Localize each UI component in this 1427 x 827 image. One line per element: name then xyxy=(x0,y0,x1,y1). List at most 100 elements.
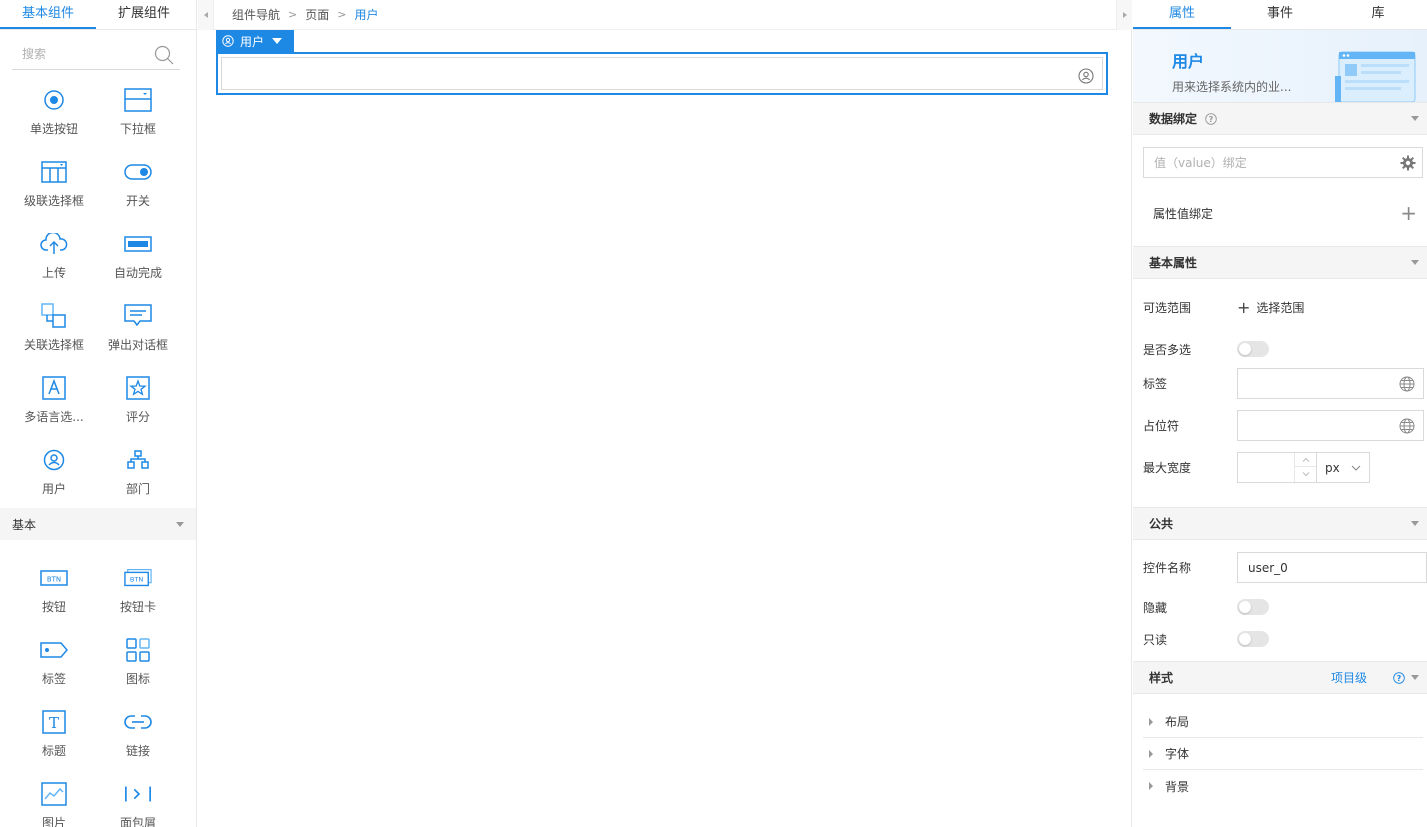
component-relation-select[interactable]: 关联选择框 xyxy=(12,290,96,362)
tab-extended-components[interactable]: 扩展组件 xyxy=(96,0,192,29)
component-label: 图标 xyxy=(125,672,150,686)
section-title: 数据绑定 xyxy=(1149,112,1198,126)
chevron-down-icon xyxy=(1411,675,1419,680)
user-select-input[interactable] xyxy=(221,57,1103,90)
search-input[interactable] xyxy=(12,40,142,68)
field-label: 最大宽度 xyxy=(1143,461,1192,475)
relation-select-icon xyxy=(41,303,66,328)
component-panel: 基本组件 扩展组件 单选按钮 下拉框 级联选择框 开关 xyxy=(0,0,197,827)
control-name-input[interactable] xyxy=(1238,553,1388,582)
section-common[interactable]: 公共 xyxy=(1133,507,1427,540)
svg-text:BTN: BTN xyxy=(47,576,61,584)
svg-text:BTN: BTN xyxy=(130,576,143,584)
readonly-toggle[interactable] xyxy=(1237,631,1269,647)
tab-basic-components[interactable]: 基本组件 xyxy=(0,0,96,29)
help-icon[interactable]: ? xyxy=(1205,112,1217,125)
decrement-button[interactable] xyxy=(1295,467,1316,481)
selected-component-tag[interactable]: 用户 xyxy=(216,30,294,52)
breadcrumb-item[interactable]: 页面 xyxy=(305,6,329,23)
user-icon[interactable] xyxy=(1078,68,1094,84)
component-label: 用户 xyxy=(41,482,66,496)
tab-properties[interactable]: 属性 xyxy=(1133,0,1231,29)
chevron-down-icon xyxy=(1411,116,1419,121)
section-title: 样式 xyxy=(1149,671,1174,685)
tab-library[interactable]: 库 xyxy=(1329,0,1427,29)
select-range-button[interactable]: + 选择范围 xyxy=(1237,298,1304,317)
component-label: 弹出对话框 xyxy=(107,338,168,352)
component-label: 标签 xyxy=(41,672,66,686)
component-autocomplete[interactable]: 自动完成 xyxy=(96,218,180,290)
unit-select[interactable]: px xyxy=(1317,452,1370,483)
component-user[interactable]: 用户 xyxy=(12,434,96,506)
globe-icon[interactable] xyxy=(1399,376,1415,392)
chevron-right-icon xyxy=(1149,717,1153,726)
component-button-card[interactable]: BTN 按钮卡 xyxy=(96,552,180,624)
tag-icon xyxy=(40,642,68,658)
section-basic-header[interactable]: 基本 xyxy=(0,508,196,540)
max-width-row: 最大宽度 px xyxy=(1133,452,1427,483)
section-style[interactable]: 样式 项目级 ? xyxy=(1133,661,1427,694)
switch-icon xyxy=(124,164,152,180)
chevron-down-icon xyxy=(176,521,184,527)
component-label: 部门 xyxy=(125,482,150,496)
component-label: 图片 xyxy=(41,816,66,827)
attribute-binding-label: 属性值绑定 xyxy=(1153,206,1214,221)
component-grid-basic: BTN 按钮 BTN 按钮卡 标签 图标 T 标题 链接 图片 面包屑 xyxy=(0,552,196,827)
radio-icon xyxy=(44,90,64,110)
hidden-toggle[interactable] xyxy=(1237,599,1269,615)
component-title[interactable]: T 标题 xyxy=(12,696,96,768)
label-field xyxy=(1237,368,1424,399)
component-radio[interactable]: 单选按钮 xyxy=(12,74,96,146)
chevron-down-icon[interactable] xyxy=(272,38,283,44)
style-group-font[interactable]: 字体 xyxy=(1143,738,1423,770)
component-multilang[interactable]: 多语言选... xyxy=(12,362,96,434)
component-icon[interactable]: 图标 xyxy=(96,624,180,696)
component-department[interactable]: 部门 xyxy=(96,434,180,506)
style-level-link[interactable]: 项目级 xyxy=(1331,669,1367,686)
section-data-binding[interactable]: 数据绑定 ? xyxy=(1133,102,1427,135)
search-icon[interactable] xyxy=(154,45,174,65)
component-breadcrumb[interactable]: 面包屑 xyxy=(96,768,180,827)
component-label: 上传 xyxy=(41,266,66,280)
component-button[interactable]: BTN 按钮 xyxy=(12,552,96,624)
gear-icon[interactable] xyxy=(1400,155,1416,171)
add-icon[interactable]: + xyxy=(1400,203,1417,223)
component-dropdown[interactable]: 下拉框 xyxy=(96,74,180,146)
unit-value: px xyxy=(1325,460,1340,475)
svg-text:?: ? xyxy=(1397,673,1402,682)
collapse-right-panel-button[interactable] xyxy=(1116,0,1132,30)
component-image[interactable]: 图片 xyxy=(12,768,96,827)
chevron-up-icon xyxy=(1302,457,1309,462)
label-input[interactable] xyxy=(1238,369,1388,398)
style-group-layout[interactable]: 布局 xyxy=(1143,706,1423,738)
button-card-icon: BTN xyxy=(124,568,152,587)
selected-user-component[interactable] xyxy=(216,52,1108,95)
field-label: 只读 xyxy=(1143,632,1168,647)
style-group-background[interactable]: 背景 xyxy=(1143,770,1423,802)
value-binding-input[interactable] xyxy=(1144,148,1384,177)
selected-component-name: 用户 xyxy=(240,34,265,49)
collapse-left-panel-button[interactable] xyxy=(198,0,214,30)
globe-icon[interactable] xyxy=(1399,418,1415,434)
component-link[interactable]: 链接 xyxy=(96,696,180,768)
increment-button[interactable] xyxy=(1295,453,1316,467)
popup-dialog-icon xyxy=(124,304,152,327)
component-switch[interactable]: 开关 xyxy=(96,146,180,218)
component-rate[interactable]: 评分 xyxy=(96,362,180,434)
placeholder-input[interactable] xyxy=(1238,411,1388,440)
range-row: 可选范围 + 选择范围 xyxy=(1133,298,1427,317)
max-width-input[interactable] xyxy=(1238,453,1294,482)
button-icon: BTN xyxy=(40,570,68,586)
component-search xyxy=(12,40,180,70)
help-icon[interactable]: ? xyxy=(1393,671,1405,684)
breadcrumb: 组件导航 > 页面 > 用户 xyxy=(214,0,1116,30)
component-tag[interactable]: 标签 xyxy=(12,624,96,696)
tab-events[interactable]: 事件 xyxy=(1231,0,1329,29)
breadcrumb-item[interactable]: 组件导航 xyxy=(232,6,280,23)
section-basic-properties[interactable]: 基本属性 xyxy=(1133,246,1427,279)
design-canvas[interactable] xyxy=(198,30,1132,827)
component-upload[interactable]: 上传 xyxy=(12,218,96,290)
component-cascader[interactable]: 级联选择框 xyxy=(12,146,96,218)
multi-select-toggle[interactable] xyxy=(1237,341,1269,357)
component-popup-dialog[interactable]: 弹出对话框 xyxy=(96,290,180,362)
